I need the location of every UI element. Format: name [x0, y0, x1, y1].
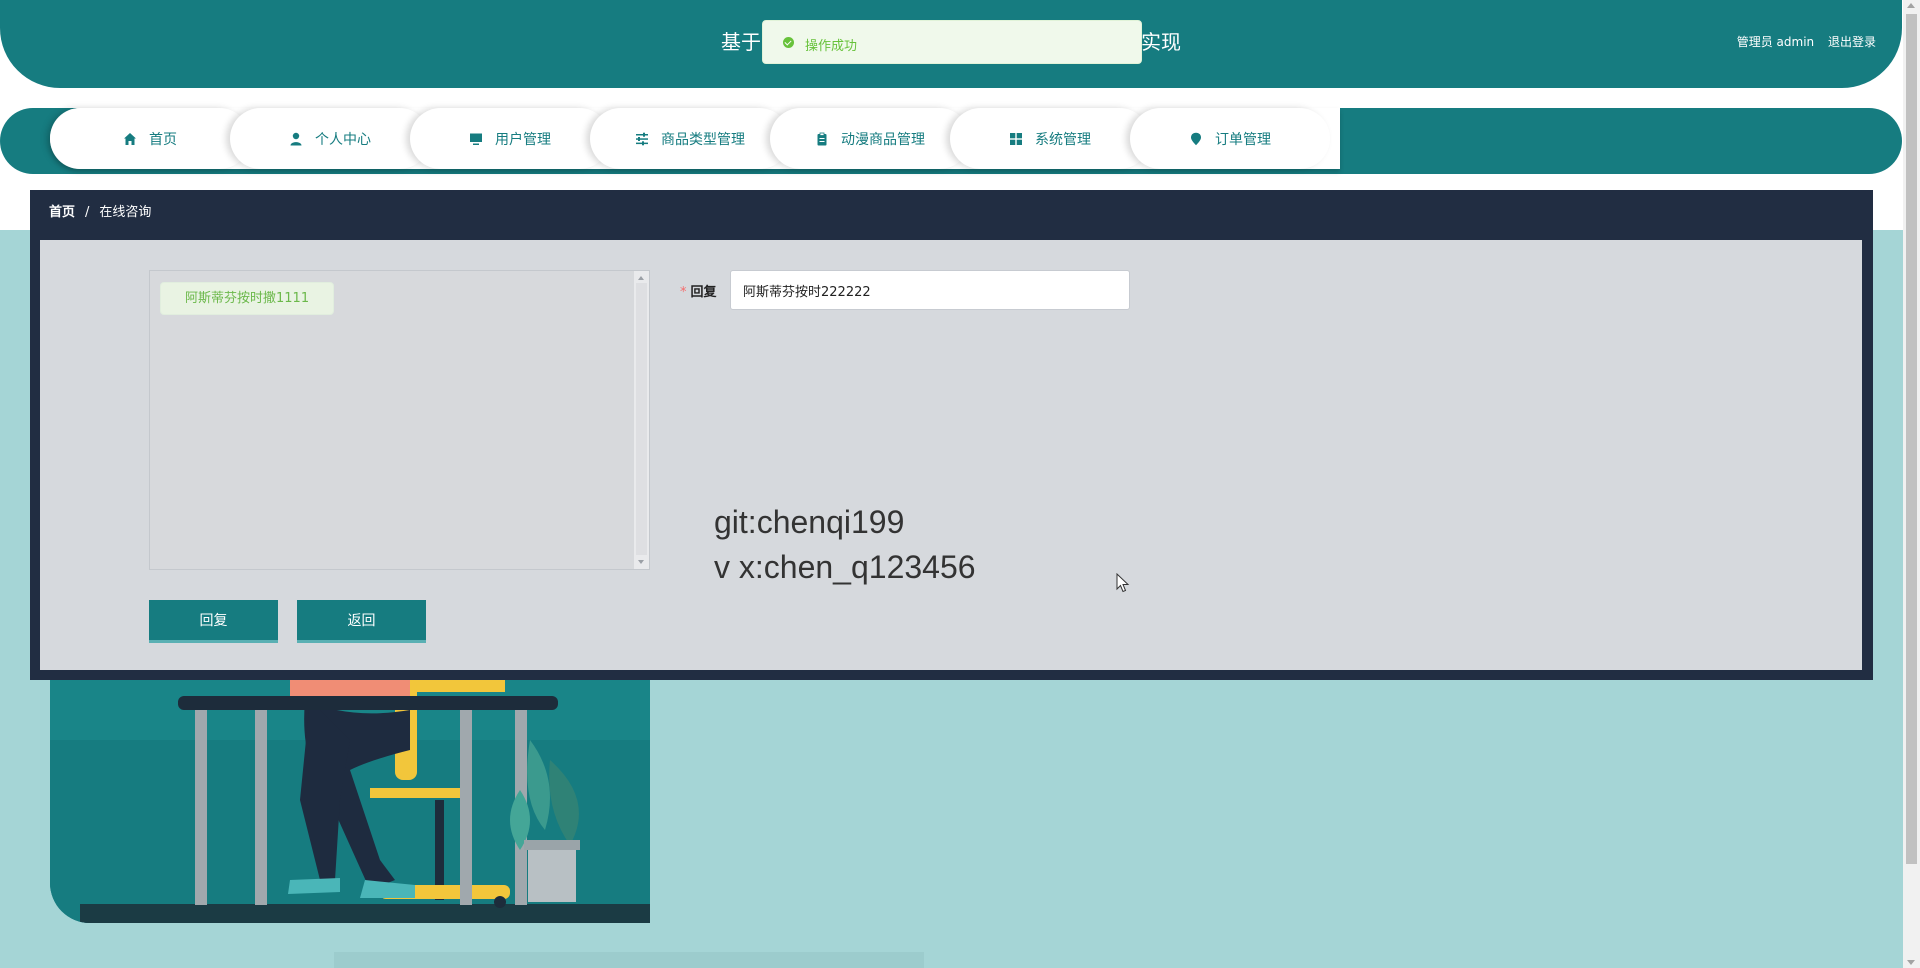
breadcrumb-current: 在线咨询 [99, 205, 152, 220]
toast-message: 操作成功 [805, 39, 858, 54]
nav-item-product-type-management[interactable]: 商品类型管理 [590, 108, 790, 169]
nav-item-label: 商品类型管理 [661, 131, 745, 148]
breadcrumb-separator: / [85, 205, 90, 220]
breadcrumb: 首页 / 在线咨询 [49, 201, 151, 220]
decorative-bar [334, 952, 924, 968]
clipboard-icon [817, 132, 827, 145]
nav-item-personal-center[interactable]: 个人中心 [230, 108, 430, 169]
nav-item-anime-product-management[interactable]: 动漫商品管理 [770, 108, 970, 169]
chat-message: 阿斯蒂芬按时撒1111 [160, 282, 335, 315]
user-icon [290, 132, 302, 145]
reply-button[interactable]: 回复 [149, 600, 278, 643]
user-role: 管理员 admin [1736, 35, 1815, 49]
success-toast: 操作成功 [762, 20, 1142, 64]
scroll-up-icon[interactable] [1907, 3, 1915, 8]
breadcrumb-home[interactable]: 首页 [49, 205, 75, 220]
monitor-icon [470, 133, 482, 145]
reply-input[interactable] [730, 270, 1130, 310]
nav-item-label: 个人中心 [315, 131, 371, 148]
scroll-thumb[interactable] [1906, 14, 1917, 864]
chat-scrollbar[interactable] [634, 271, 649, 569]
sliders-icon [636, 132, 648, 145]
scroll-thumb[interactable] [636, 283, 647, 555]
scroll-down-icon[interactable] [638, 560, 644, 564]
pin-icon [1191, 132, 1201, 145]
user-area: 管理员 admin 退出登录 [1727, 33, 1876, 50]
watermark: git:chenqi199 v x:chen_q123456 [714, 500, 976, 590]
nav-item-label: 订单管理 [1215, 131, 1271, 148]
logout-link[interactable]: 退出登录 [1828, 35, 1876, 49]
nav-item-user-management[interactable]: 用户管理 [410, 108, 610, 169]
person-at-desk-illustration [50, 680, 650, 923]
grid-icon [1010, 132, 1022, 145]
back-button[interactable]: 返回 [297, 600, 426, 643]
scroll-down-icon[interactable] [1907, 960, 1915, 965]
nav-item-label: 首页 [149, 131, 177, 148]
nav-item-label: 系统管理 [1035, 131, 1091, 148]
nav-item-order-management[interactable]: 订单管理 [1130, 108, 1330, 169]
home-icon [124, 132, 136, 145]
illustration [50, 680, 650, 923]
nav-item-system-management[interactable]: 系统管理 [950, 108, 1150, 169]
nav-item-label: 用户管理 [495, 131, 551, 148]
watermark-line: git:chenqi199 [714, 504, 905, 540]
watermark-line: v x:chen_q123456 [714, 549, 976, 585]
scroll-up-icon[interactable] [638, 276, 644, 280]
page-scrollbar[interactable] [1903, 0, 1920, 968]
reply-label: * 回复 [680, 285, 717, 300]
check-circle-icon [783, 37, 794, 48]
nav-item-label: 动漫商品管理 [841, 131, 925, 148]
required-icon: * [680, 285, 687, 300]
chat-history[interactable]: 阿斯蒂芬按时撒1111 [149, 270, 650, 570]
nav-item-home[interactable]: 首页 [50, 108, 250, 169]
mouse-cursor-icon [1116, 573, 1130, 593]
